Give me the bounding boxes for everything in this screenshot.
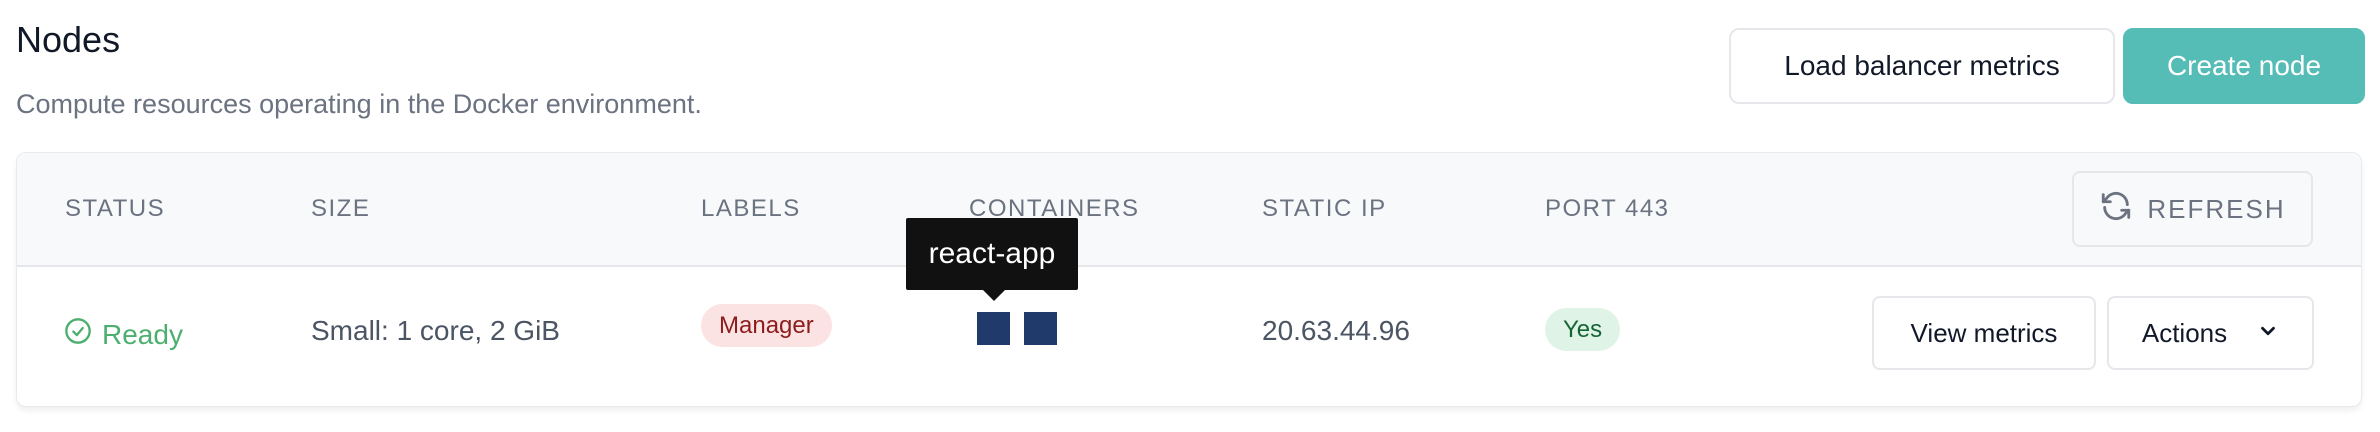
view-metrics-button[interactable]: View metrics <box>1872 296 2096 370</box>
column-header-size: SIZE <box>311 195 371 222</box>
tooltip-arrow <box>983 290 1005 301</box>
create-node-label: Create node <box>2166 50 2322 81</box>
static-ip-cell: 20.63.44.96 <box>1262 315 1410 346</box>
page-title: Nodes <box>16 19 121 60</box>
nodes-table-card: STATUS SIZE LABELS CONTAINERS STATIC IP … <box>16 152 2362 407</box>
actions-label: Actions <box>2141 317 2228 348</box>
load-balancer-metrics-label: Load balancer metrics <box>1784 50 2060 81</box>
port-status-badge: Yes <box>1545 308 1621 351</box>
label-badge: Manager <box>701 304 832 347</box>
page-subtitle: Compute resources operating in the Docke… <box>16 89 702 119</box>
load-balancer-metrics-button[interactable]: Load balancer metrics <box>1729 28 2115 104</box>
table-header: STATUS SIZE LABELS CONTAINERS STATIC IP … <box>17 153 2361 267</box>
column-header-static-ip: STATIC IP <box>1262 195 1387 222</box>
chevron-down-icon <box>2257 318 2279 349</box>
column-header-status: STATUS <box>65 195 166 222</box>
container-tooltip: react-app <box>906 218 1078 290</box>
refresh-label: REFRESH <box>2147 193 2286 224</box>
column-header-port-443: PORT 443 <box>1545 195 1670 222</box>
actions-dropdown-button[interactable]: Actions <box>2107 296 2314 370</box>
create-node-button[interactable]: Create node <box>2123 28 2365 104</box>
table-row: Ready Small: 1 core, 2 GiB Manager 20.63… <box>17 265 2361 408</box>
status-cell: Ready <box>64 317 183 352</box>
column-header-labels: LABELS <box>701 195 801 222</box>
port-443-cell: Yes <box>1545 308 1621 351</box>
refresh-icon <box>2099 189 2133 230</box>
container-square[interactable] <box>1024 312 1057 345</box>
size-cell: Small: 1 core, 2 GiB <box>311 315 560 346</box>
container-square[interactable] <box>977 312 1010 345</box>
status-text: Ready <box>102 318 183 350</box>
view-metrics-label: View metrics <box>1910 317 2058 348</box>
check-circle-icon <box>64 317 92 352</box>
page-header: Nodes Compute resources operating in the… <box>16 18 702 120</box>
refresh-button[interactable]: REFRESH <box>2072 171 2313 247</box>
labels-cell: Manager <box>701 304 832 347</box>
